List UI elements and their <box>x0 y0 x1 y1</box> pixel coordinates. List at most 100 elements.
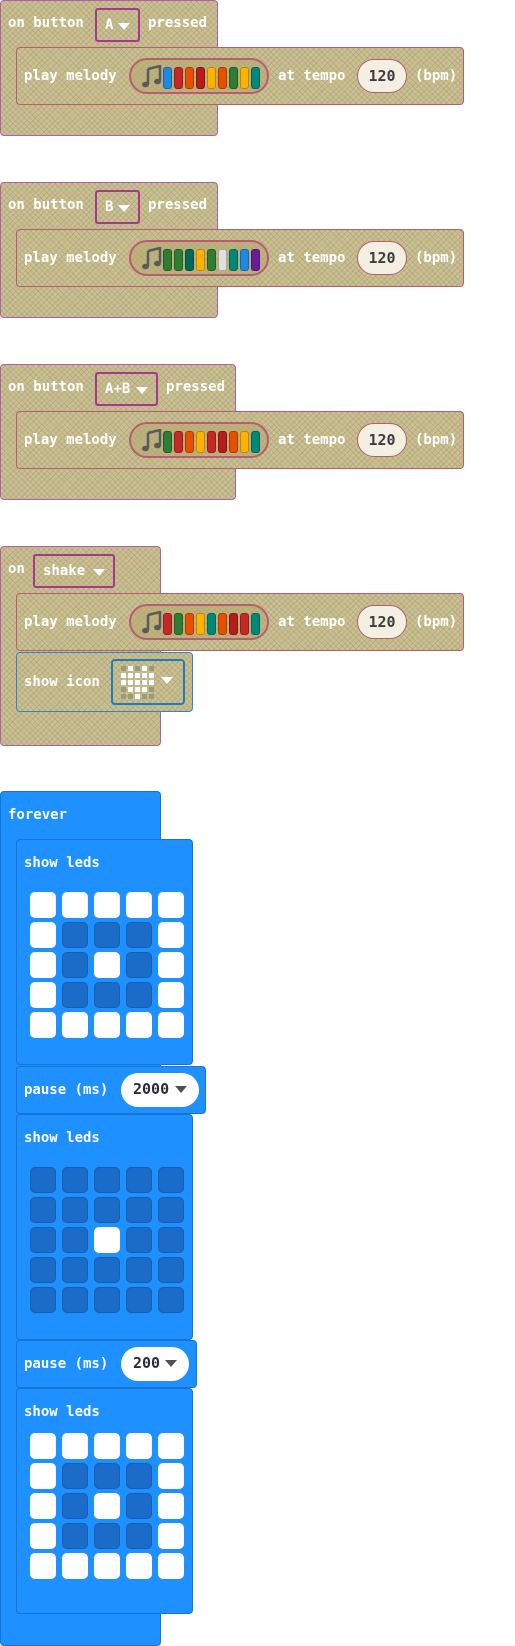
led-cell[interactable] <box>94 1553 120 1579</box>
led-cell[interactable] <box>158 952 184 978</box>
led-cell[interactable] <box>62 982 88 1008</box>
icon-dropdown[interactable] <box>111 659 185 705</box>
led-cell[interactable] <box>94 1167 120 1193</box>
led-cell[interactable] <box>126 1257 152 1283</box>
led-cell[interactable] <box>62 922 88 948</box>
led-cell[interactable] <box>94 922 120 948</box>
led-grid[interactable] <box>30 1167 186 1317</box>
melody-note <box>174 67 183 89</box>
led-cell[interactable] <box>94 952 120 978</box>
led-cell[interactable] <box>62 1523 88 1549</box>
led-cell[interactable] <box>158 1167 184 1193</box>
led-cell[interactable] <box>94 982 120 1008</box>
button-dropdown-a[interactable]: A <box>95 8 140 42</box>
led-cell[interactable] <box>30 952 56 978</box>
led-cell[interactable] <box>94 1227 120 1253</box>
led-cell[interactable] <box>62 1012 88 1038</box>
led-cell[interactable] <box>94 1523 120 1549</box>
led-cell[interactable] <box>62 1257 88 1283</box>
led-cell[interactable] <box>158 1257 184 1283</box>
led-cell[interactable] <box>30 1227 56 1253</box>
melody-field[interactable] <box>129 240 269 276</box>
led-cell[interactable] <box>62 1197 88 1223</box>
button-dropdown-ab[interactable]: A+B <box>95 372 158 406</box>
led-cell[interactable] <box>94 1257 120 1283</box>
tempo-input[interactable]: 120 <box>357 423 407 457</box>
led-cell[interactable] <box>126 1167 152 1193</box>
button-dropdown-b[interactable]: B <box>95 190 140 224</box>
led-cell[interactable] <box>30 1523 56 1549</box>
led-cell[interactable] <box>62 1463 88 1489</box>
gesture-dropdown[interactable]: shake <box>33 554 115 588</box>
at-tempo-label: at tempo <box>278 250 346 266</box>
led-cell[interactable] <box>30 1012 56 1038</box>
led-cell[interactable] <box>30 1257 56 1283</box>
led-cell[interactable] <box>126 952 152 978</box>
led-cell[interactable] <box>158 1463 184 1489</box>
led-cell[interactable] <box>94 1287 120 1313</box>
led-cell[interactable] <box>158 982 184 1008</box>
led-cell[interactable] <box>30 922 56 948</box>
led-cell[interactable] <box>62 1553 88 1579</box>
led-cell[interactable] <box>62 1227 88 1253</box>
led-cell[interactable] <box>94 1493 120 1519</box>
led-cell[interactable] <box>126 1493 152 1519</box>
led-cell[interactable] <box>126 1012 152 1038</box>
led-cell[interactable] <box>62 1493 88 1519</box>
led-grid[interactable] <box>30 892 186 1042</box>
event-label-on: on <box>8 561 25 577</box>
led-cell[interactable] <box>30 1493 56 1519</box>
led-cell[interactable] <box>30 892 56 918</box>
led-cell[interactable] <box>126 892 152 918</box>
led-cell[interactable] <box>94 1433 120 1459</box>
led-cell[interactable] <box>30 1287 56 1313</box>
led-cell[interactable] <box>126 1523 152 1549</box>
tempo-input[interactable]: 120 <box>357 605 407 639</box>
led-cell[interactable] <box>62 1433 88 1459</box>
melody-field[interactable] <box>129 604 269 640</box>
led-cell[interactable] <box>30 1553 56 1579</box>
led-cell[interactable] <box>30 982 56 1008</box>
led-cell[interactable] <box>126 1433 152 1459</box>
led-cell[interactable] <box>94 892 120 918</box>
led-cell[interactable] <box>158 1493 184 1519</box>
led-cell[interactable] <box>94 1197 120 1223</box>
led-cell[interactable] <box>158 1553 184 1579</box>
led-cell[interactable] <box>126 1287 152 1313</box>
led-cell[interactable] <box>158 1523 184 1549</box>
led-cell[interactable] <box>94 1012 120 1038</box>
led-cell[interactable] <box>126 1227 152 1253</box>
tempo-input[interactable]: 120 <box>357 241 407 275</box>
led-cell[interactable] <box>158 892 184 918</box>
melody-field[interactable] <box>129 58 269 94</box>
pause-duration-dropdown[interactable]: 2000 <box>121 1073 199 1107</box>
led-cell[interactable] <box>158 1287 184 1313</box>
led-cell[interactable] <box>158 922 184 948</box>
tempo-input[interactable]: 120 <box>357 59 407 93</box>
led-cell[interactable] <box>126 982 152 1008</box>
led-grid[interactable] <box>30 1433 186 1583</box>
led-cell[interactable] <box>126 1197 152 1223</box>
led-cell[interactable] <box>30 1463 56 1489</box>
melody-note <box>229 431 238 453</box>
pause-duration-dropdown[interactable]: 200 <box>121 1347 189 1381</box>
led-cell[interactable] <box>30 1197 56 1223</box>
led-cell[interactable] <box>158 1433 184 1459</box>
led-cell[interactable] <box>62 892 88 918</box>
led-cell[interactable] <box>126 1463 152 1489</box>
led-cell[interactable] <box>158 1197 184 1223</box>
led-cell[interactable] <box>30 1167 56 1193</box>
event-label-pressed: pressed <box>148 197 208 213</box>
led-cell[interactable] <box>62 1167 88 1193</box>
led-cell[interactable] <box>158 1012 184 1038</box>
heart-icon <box>121 666 156 701</box>
icon-pixel <box>135 687 140 692</box>
led-cell[interactable] <box>62 1287 88 1313</box>
led-cell[interactable] <box>126 1553 152 1579</box>
led-cell[interactable] <box>158 1227 184 1253</box>
led-cell[interactable] <box>94 1463 120 1489</box>
led-cell[interactable] <box>62 952 88 978</box>
melody-field[interactable] <box>129 422 269 458</box>
led-cell[interactable] <box>30 1433 56 1459</box>
led-cell[interactable] <box>126 922 152 948</box>
